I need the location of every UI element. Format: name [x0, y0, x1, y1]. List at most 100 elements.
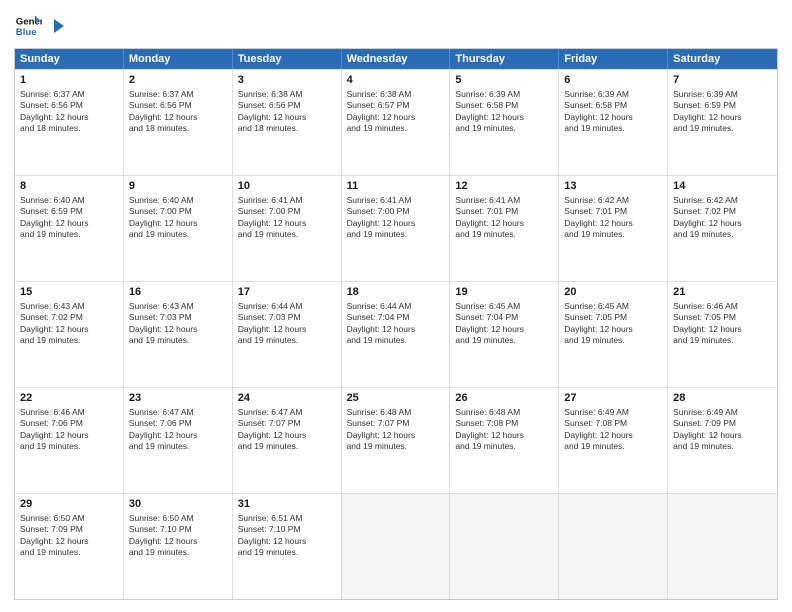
header-day-monday: Monday	[124, 49, 233, 69]
day-info-line: Sunset: 6:59 PM	[20, 206, 118, 217]
calendar-day-19: 19Sunrise: 6:45 AMSunset: 7:04 PMDayligh…	[450, 282, 559, 387]
calendar-day-14: 14Sunrise: 6:42 AMSunset: 7:02 PMDayligh…	[668, 176, 777, 281]
day-info-line: Daylight: 12 hours	[347, 324, 445, 335]
day-info-line: and 18 minutes.	[129, 123, 227, 134]
day-info-line: Sunset: 7:04 PM	[455, 312, 553, 323]
day-info-line: Daylight: 12 hours	[238, 430, 336, 441]
day-info-line: Sunset: 7:10 PM	[238, 524, 336, 535]
calendar-day-30: 30Sunrise: 6:50 AMSunset: 7:10 PMDayligh…	[124, 494, 233, 599]
calendar-day-22: 22Sunrise: 6:46 AMSunset: 7:06 PMDayligh…	[15, 388, 124, 493]
day-info-line: Daylight: 12 hours	[238, 536, 336, 547]
day-info-line: Sunrise: 6:39 AM	[673, 89, 772, 100]
day-info-line: Sunrise: 6:49 AM	[673, 407, 772, 418]
calendar-day-21: 21Sunrise: 6:46 AMSunset: 7:05 PMDayligh…	[668, 282, 777, 387]
day-info-line: Sunset: 6:56 PM	[238, 100, 336, 111]
calendar-day-11: 11Sunrise: 6:41 AMSunset: 7:00 PMDayligh…	[342, 176, 451, 281]
day-number: 26	[455, 391, 553, 406]
day-info-line: Sunset: 7:02 PM	[20, 312, 118, 323]
day-info-line: Sunset: 6:59 PM	[673, 100, 772, 111]
calendar-day-28: 28Sunrise: 6:49 AMSunset: 7:09 PMDayligh…	[668, 388, 777, 493]
day-info-line: Sunrise: 6:48 AM	[347, 407, 445, 418]
day-info-line: Sunset: 7:08 PM	[564, 418, 662, 429]
calendar-day-12: 12Sunrise: 6:41 AMSunset: 7:01 PMDayligh…	[450, 176, 559, 281]
day-number: 9	[129, 179, 227, 194]
day-info-line: Sunset: 7:02 PM	[673, 206, 772, 217]
day-info-line: Daylight: 12 hours	[20, 536, 118, 547]
day-info-line: Sunrise: 6:47 AM	[238, 407, 336, 418]
calendar-day-9: 9Sunrise: 6:40 AMSunset: 7:00 PMDaylight…	[124, 176, 233, 281]
day-info-line: Daylight: 12 hours	[347, 112, 445, 123]
day-info-line: Sunset: 6:58 PM	[564, 100, 662, 111]
day-info-line: Sunrise: 6:38 AM	[347, 89, 445, 100]
day-info-line: Sunrise: 6:43 AM	[20, 301, 118, 312]
logo: General Blue	[14, 12, 68, 40]
logo-icon: General Blue	[14, 12, 42, 40]
day-number: 6	[564, 73, 662, 88]
day-info-line: Sunrise: 6:40 AM	[20, 195, 118, 206]
day-info-line: and 19 minutes.	[238, 229, 336, 240]
calendar-day-24: 24Sunrise: 6:47 AMSunset: 7:07 PMDayligh…	[233, 388, 342, 493]
page: General Blue SundayMondayTuesdayWednesda…	[0, 0, 792, 612]
day-number: 25	[347, 391, 445, 406]
day-number: 16	[129, 285, 227, 300]
day-info-line: and 18 minutes.	[238, 123, 336, 134]
day-number: 21	[673, 285, 772, 300]
day-info-line: Sunrise: 6:48 AM	[455, 407, 553, 418]
day-info-line: Daylight: 12 hours	[129, 430, 227, 441]
day-info-line: and 19 minutes.	[673, 229, 772, 240]
day-info-line: Sunset: 7:06 PM	[129, 418, 227, 429]
calendar-day-16: 16Sunrise: 6:43 AMSunset: 7:03 PMDayligh…	[124, 282, 233, 387]
day-number: 11	[347, 179, 445, 194]
day-info-line: and 19 minutes.	[347, 123, 445, 134]
day-info-line: Sunset: 7:05 PM	[673, 312, 772, 323]
day-info-line: Sunset: 6:56 PM	[129, 100, 227, 111]
day-info-line: and 19 minutes.	[347, 335, 445, 346]
header-day-wednesday: Wednesday	[342, 49, 451, 69]
day-info-line: Daylight: 12 hours	[347, 430, 445, 441]
calendar-day-8: 8Sunrise: 6:40 AMSunset: 6:59 PMDaylight…	[15, 176, 124, 281]
calendar-empty-cell	[559, 494, 668, 599]
day-info-line: Sunset: 7:04 PM	[347, 312, 445, 323]
day-number: 8	[20, 179, 118, 194]
day-info-line: Sunrise: 6:41 AM	[455, 195, 553, 206]
day-info-line: Sunset: 6:57 PM	[347, 100, 445, 111]
calendar-day-6: 6Sunrise: 6:39 AMSunset: 6:58 PMDaylight…	[559, 70, 668, 175]
day-info-line: Daylight: 12 hours	[455, 430, 553, 441]
day-info-line: Sunrise: 6:47 AM	[129, 407, 227, 418]
day-info-line: Sunrise: 6:50 AM	[129, 513, 227, 524]
day-info-line: Sunrise: 6:45 AM	[564, 301, 662, 312]
day-info-line: and 19 minutes.	[455, 229, 553, 240]
day-info-line: and 19 minutes.	[238, 441, 336, 452]
header-day-thursday: Thursday	[450, 49, 559, 69]
header-day-sunday: Sunday	[15, 49, 124, 69]
day-info-line: Daylight: 12 hours	[347, 218, 445, 229]
day-info-line: Sunset: 6:56 PM	[20, 100, 118, 111]
calendar-day-7: 7Sunrise: 6:39 AMSunset: 6:59 PMDaylight…	[668, 70, 777, 175]
day-info-line: Daylight: 12 hours	[129, 324, 227, 335]
day-info-line: Sunrise: 6:38 AM	[238, 89, 336, 100]
day-number: 7	[673, 73, 772, 88]
day-info-line: Daylight: 12 hours	[673, 324, 772, 335]
day-info-line: Sunset: 7:09 PM	[20, 524, 118, 535]
day-info-line: Sunrise: 6:51 AM	[238, 513, 336, 524]
day-number: 4	[347, 73, 445, 88]
svg-text:General: General	[16, 16, 42, 27]
calendar-day-5: 5Sunrise: 6:39 AMSunset: 6:58 PMDaylight…	[450, 70, 559, 175]
day-info-line: and 19 minutes.	[564, 335, 662, 346]
day-info-line: and 19 minutes.	[673, 441, 772, 452]
day-info-line: Sunset: 7:06 PM	[20, 418, 118, 429]
day-info-line: and 19 minutes.	[20, 441, 118, 452]
calendar-day-29: 29Sunrise: 6:50 AMSunset: 7:09 PMDayligh…	[15, 494, 124, 599]
day-info-line: and 19 minutes.	[238, 335, 336, 346]
header: General Blue	[14, 12, 778, 40]
day-info-line: and 19 minutes.	[455, 441, 553, 452]
day-info-line: Daylight: 12 hours	[673, 430, 772, 441]
day-info-line: Sunrise: 6:39 AM	[564, 89, 662, 100]
calendar-week-4: 22Sunrise: 6:46 AMSunset: 7:06 PMDayligh…	[15, 387, 777, 493]
day-number: 19	[455, 285, 553, 300]
day-info-line: and 19 minutes.	[129, 547, 227, 558]
day-info-line: Sunrise: 6:49 AM	[564, 407, 662, 418]
day-number: 28	[673, 391, 772, 406]
day-info-line: Sunrise: 6:37 AM	[20, 89, 118, 100]
day-number: 15	[20, 285, 118, 300]
